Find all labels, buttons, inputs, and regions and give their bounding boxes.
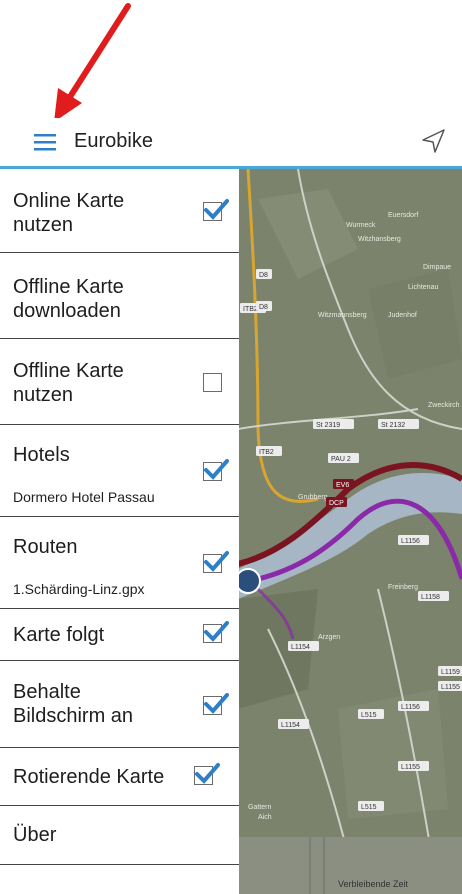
map-canvas: Verbleibende Zeit Euersdorf Wurmeck Witzha… <box>238 169 462 894</box>
app-title: Eurobike <box>74 130 153 152</box>
route-file: 1.Schärding-Linz.gpx <box>13 581 145 597</box>
svg-text:PAU 2: PAU 2 <box>331 456 351 463</box>
map-road-label: DCP <box>326 497 347 507</box>
map-road-label: L515 <box>358 801 384 811</box>
menu-label: Karte folgt <box>13 624 105 646</box>
svg-text:DCP: DCP <box>329 500 344 507</box>
svg-text:St 2132: St 2132 <box>381 422 405 429</box>
menu-bildschirm[interactable]: Behalte Bildschirm an <box>0 661 239 748</box>
menu-label: Über <box>13 824 57 846</box>
menu-karte-folgt[interactable]: Karte folgt <box>0 609 239 661</box>
bike-location-marker <box>238 568 261 594</box>
map-place-label: Grubberg <box>298 494 328 501</box>
check-icon <box>204 621 229 642</box>
map-road-label: L1156 <box>398 701 429 711</box>
menu-offline-karte[interactable]: Offline Karte nutzen <box>0 339 239 425</box>
menu-label: Online Karte nutzen <box>13 190 125 236</box>
map-road-label: St 2319 <box>313 419 354 429</box>
svg-text:L1154: L1154 <box>281 722 300 729</box>
map-road-label: L1154 <box>278 719 309 729</box>
menu-offline-download[interactable]: Offline Karte downloaden <box>0 253 239 339</box>
svg-text:L1156: L1156 <box>401 704 420 711</box>
hotel-name: Dormero Hotel Passau <box>13 489 155 505</box>
svg-text:D8: D8 <box>259 304 268 311</box>
map-road-label: ITB2 <box>256 446 282 456</box>
map-road-label: L1155 <box>398 761 429 771</box>
check-icon <box>204 693 229 714</box>
hamburger-icon <box>34 134 56 151</box>
svg-text:ITB2: ITB2 <box>243 306 258 313</box>
map-road-label: L1155 <box>438 681 462 691</box>
svg-text:L515: L515 <box>361 804 377 811</box>
map-place-label: Wurmeck <box>346 222 376 229</box>
map-place-label: Euersdorf <box>388 212 418 219</box>
map-place-label: Gattern <box>248 804 271 811</box>
svg-text:L1156: L1156 <box>401 538 420 545</box>
check-icon <box>204 199 229 220</box>
map-place-label: Freinberg <box>388 584 418 591</box>
map-place-label: Zweckirch <box>428 402 460 409</box>
check-icon <box>204 551 229 572</box>
svg-text:L1154: L1154 <box>291 644 310 651</box>
hotels-checkbox[interactable] <box>203 459 229 481</box>
offline-karte-checkbox[interactable] <box>203 373 222 392</box>
map-place-label: Arzgen <box>318 634 340 641</box>
map-place-label: Dimpaue <box>423 264 451 271</box>
svg-text:St 2319: St 2319 <box>316 422 340 429</box>
map-place-label: Witzmannsberg <box>318 312 367 319</box>
menu-label: Routen <box>13 536 78 558</box>
menu-hotels[interactable]: Hotels Dormero Hotel Passau <box>0 425 239 517</box>
svg-text:L1155: L1155 <box>401 764 420 771</box>
svg-text:D8: D8 <box>259 272 268 279</box>
hamburger-menu-button[interactable] <box>30 128 60 158</box>
menu-label: Hotels <box>13 444 70 466</box>
menu-routen[interactable]: Routen 1.Schärding-Linz.gpx <box>0 517 239 609</box>
svg-text:L1158: L1158 <box>421 594 440 601</box>
menu-rotierende-karte[interactable]: Rotierende Karte <box>0 748 239 806</box>
remaining-time-label: Verbleibende Zeit <box>338 879 409 889</box>
map-place-label: Witzhansberg <box>358 236 401 243</box>
bildschirm-checkbox[interactable] <box>203 693 229 715</box>
map-place-label: Judenhof <box>388 312 417 319</box>
menu-label: Rotierende Karte <box>13 766 165 788</box>
navigation-button[interactable] <box>418 126 448 156</box>
map-road-label: St 2132 <box>378 419 419 429</box>
svg-text:ITB2: ITB2 <box>259 449 274 456</box>
routen-checkbox[interactable] <box>203 551 229 573</box>
map-view[interactable]: Verbleibende Zeit Euersdorf Wurmeck Witzha… <box>238 169 462 894</box>
navigation-arrow-icon <box>422 129 445 153</box>
map-place-label: Lichtenau <box>408 284 438 291</box>
app-bar: Eurobike <box>0 118 462 166</box>
map-road-label: L1159 <box>438 666 462 676</box>
navigation-drawer: Online Karte nutzen Offline Karte downlo… <box>0 169 239 894</box>
map-road-label: D8 <box>256 269 272 279</box>
menu-online-karte[interactable]: Online Karte nutzen <box>0 169 239 253</box>
map-road-label: L1154 <box>288 641 319 651</box>
check-icon <box>195 763 220 784</box>
karte-folgt-checkbox[interactable] <box>203 621 229 643</box>
check-icon <box>204 459 229 480</box>
map-road-label: PAU 2 <box>328 453 359 463</box>
menu-label: Offline Karte downloaden <box>13 276 124 322</box>
map-road-label: L515 <box>358 709 384 719</box>
map-road-label: D8 <box>256 301 272 311</box>
menu-ueber[interactable]: Über <box>0 806 239 865</box>
menu-label: Offline Karte nutzen <box>13 360 124 406</box>
svg-text:L1159: L1159 <box>441 669 460 676</box>
online-karte-checkbox[interactable] <box>203 199 229 221</box>
map-place-label: Aich <box>258 814 272 821</box>
svg-text:L1155: L1155 <box>441 684 460 691</box>
menu-label: Behalte Bildschirm an <box>13 681 134 727</box>
annotation-arrow <box>54 3 131 122</box>
svg-text:L515: L515 <box>361 712 377 719</box>
map-road-label: L1158 <box>418 591 449 601</box>
svg-text:EV6: EV6 <box>336 482 349 489</box>
rotierende-karte-checkbox[interactable] <box>194 763 220 785</box>
map-road-label: EV6 <box>333 479 354 489</box>
map-road-label: L1156 <box>398 535 429 545</box>
